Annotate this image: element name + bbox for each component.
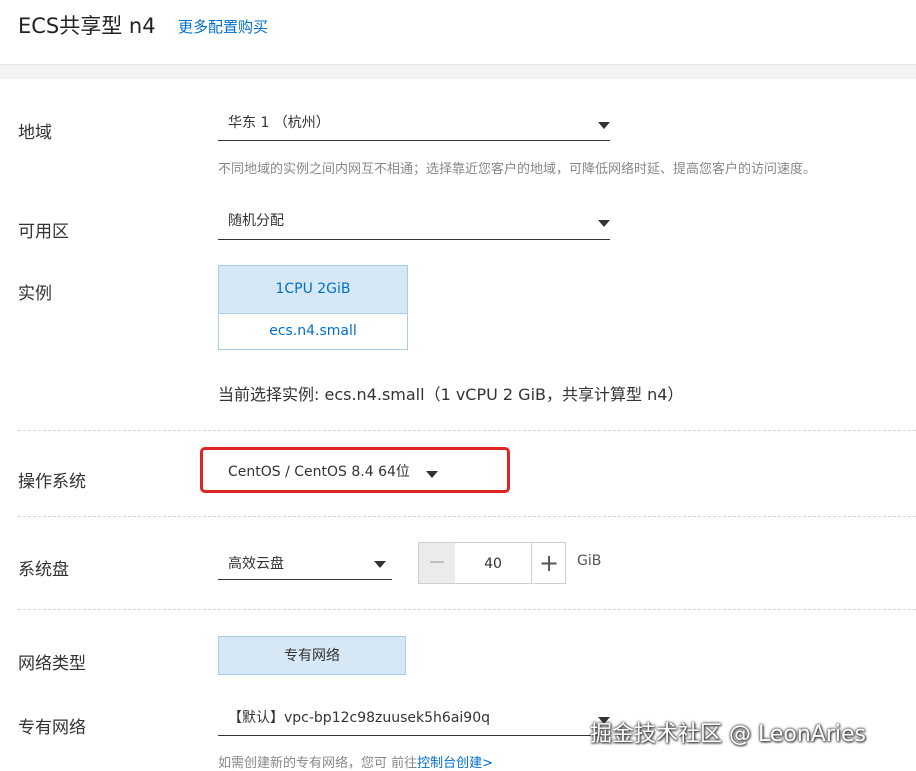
region-label: 地域 xyxy=(18,123,52,143)
plus-button[interactable]: + xyxy=(531,543,566,583)
zone-value: 随机分配 xyxy=(228,213,284,229)
network-type-label: 网络类型 xyxy=(18,654,86,674)
minus-button[interactable]: − xyxy=(419,543,455,583)
disk-label: 系统盘 xyxy=(18,560,69,580)
vpc-note-text: 如需创建新的专有网络，您可 前往 xyxy=(218,756,418,771)
region-select[interactable]: 华东 1 （杭州） xyxy=(218,112,610,141)
current-instance-text: 当前选择实例: ecs.n4.small（1 vCPU 2 GiB，共享计算型 … xyxy=(218,385,684,404)
header-separator xyxy=(0,65,916,79)
highlight-box xyxy=(200,447,510,493)
more-config-link[interactable]: 更多配置购买 xyxy=(178,16,268,37)
zone-select[interactable]: 随机分配 xyxy=(218,210,610,240)
instance-card-header: 1CPU 2GiB xyxy=(219,266,407,314)
chevron-down-icon xyxy=(374,561,386,568)
disk-unit: GiB xyxy=(577,553,602,569)
chevron-down-icon xyxy=(598,220,610,227)
instance-label: 实例 xyxy=(18,284,52,304)
vpc-label: 专有网络 xyxy=(18,718,86,738)
section-divider xyxy=(18,516,916,517)
region-value: 华东 1 （杭州） xyxy=(228,115,330,131)
os-label: 操作系统 xyxy=(18,472,86,492)
region-hint: 不同地域的实例之间内网互不相通；选择靠近您客户的地域，可降低网络时延、提高您客户… xyxy=(218,162,817,177)
section-divider xyxy=(18,609,916,610)
section-divider xyxy=(18,430,916,431)
page-title: ECS共享型 n4 xyxy=(18,14,156,38)
instance-type: ecs.n4.small xyxy=(269,323,357,339)
vpc-value: 【默认】vpc-bp12c98zuusek5h6ai90q xyxy=(228,710,490,726)
console-create-link[interactable]: 控制台创建> xyxy=(417,756,493,771)
vpc-network-button[interactable]: 专有网络 xyxy=(218,636,406,675)
chevron-down-icon xyxy=(598,122,610,129)
watermark: 掘金技术社区 @ LeonAries xyxy=(590,722,866,747)
disk-type-value: 高效云盘 xyxy=(228,556,284,572)
instance-card-selected[interactable]: 1CPU 2GiB ecs.n4.small xyxy=(218,265,408,350)
zone-label: 可用区 xyxy=(18,222,69,242)
vpc-note: 如需创建新的专有网络，您可 前往控制台创建> xyxy=(218,752,493,771)
disk-size-stepper[interactable]: − 40 + xyxy=(418,542,566,584)
disk-type-select[interactable]: 高效云盘 xyxy=(218,553,392,580)
page-header: ECS共享型 n4 更多配置购买 xyxy=(0,0,916,65)
vpc-select[interactable]: 【默认】vpc-bp12c98zuusek5h6ai90q xyxy=(218,707,610,736)
disk-size-input[interactable]: 40 xyxy=(455,543,531,583)
instance-spec: 1CPU 2GiB xyxy=(275,281,351,297)
